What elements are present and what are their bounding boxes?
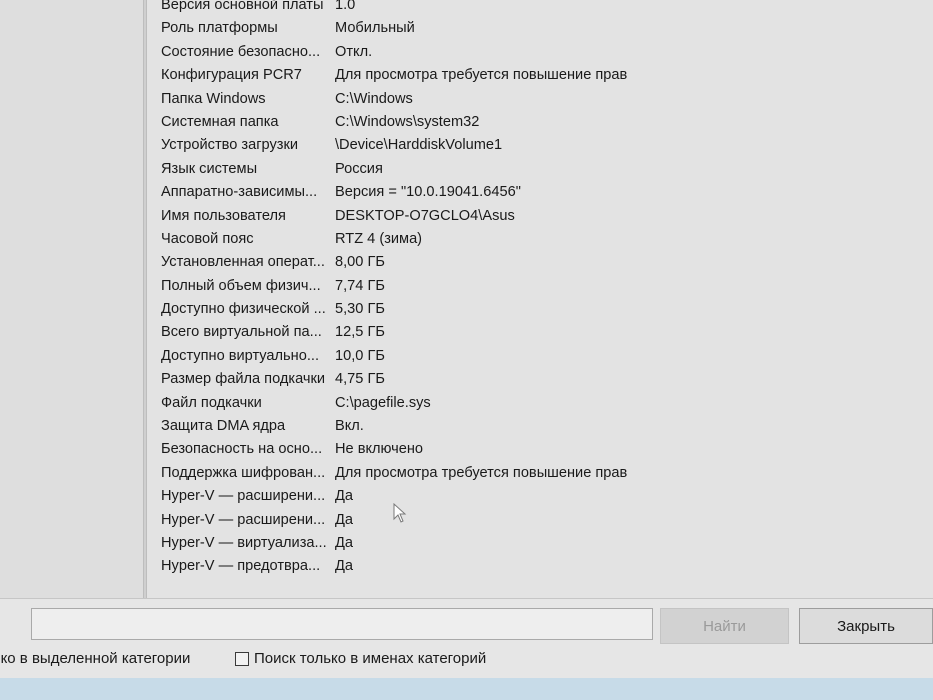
item-value: Откл.: [335, 43, 373, 60]
table-row[interactable]: Язык системы Россия: [147, 158, 933, 181]
table-rows: Версия основной платы 1.0 Роль платформы Мо…: [147, 0, 933, 579]
table-row[interactable]: Всего виртуальной па... 12,5 ГБ: [147, 321, 933, 344]
table-row[interactable]: Устройство загрузки \Device\HarddiskVolum…: [147, 134, 933, 157]
item-name: Доступно виртуально...: [161, 347, 319, 364]
item-name: Полный объем физич...: [161, 277, 321, 294]
item-value: Мобильный: [335, 20, 415, 37]
table-row[interactable]: Системная папка C:\Windows\system32: [147, 111, 933, 134]
table-row[interactable]: Часовой пояс RTZ 4 (зима): [147, 228, 933, 251]
item-value: Для просмотра требуется повышение прав: [335, 67, 628, 84]
item-name: Установленная операт...: [161, 254, 325, 271]
table-row[interactable]: Hyper-V — виртуализа... Да: [147, 532, 933, 555]
item-name: Конфигурация PCR7: [161, 67, 302, 84]
table-row[interactable]: Установленная операт... 8,00 ГБ: [147, 251, 933, 274]
item-name: Поддержка шифрован...: [161, 464, 326, 481]
item-name: Язык системы: [161, 160, 258, 177]
item-value: 1.0: [335, 0, 356, 13]
item-value: \Device\HarddiskVolume1: [335, 137, 503, 154]
mouse-pointer-icon: [393, 503, 407, 523]
option-search-category-names[interactable]: Поиск только в именах категорий: [235, 650, 486, 667]
item-value: Версия = "10.0.19041.6456": [335, 184, 521, 201]
item-value: Не включено: [335, 441, 424, 458]
item-value: DESKTOP-O7GCLO4\Asus: [335, 207, 515, 224]
table-row[interactable]: Доступно физической ... 5,30 ГБ: [147, 298, 933, 321]
table-row[interactable]: Версия основной платы 1.0: [147, 0, 933, 17]
table-row[interactable]: Полный объем физич... 7,74 ГБ: [147, 275, 933, 298]
option-search-selected-category-label: лько в выделенной категории: [0, 650, 191, 667]
item-value: Да: [335, 534, 353, 551]
item-name: Роль платформы: [161, 20, 278, 37]
item-name: Файл подкачки: [161, 394, 262, 411]
item-name: Hyper-V — расширени...: [161, 488, 326, 505]
item-name: Версия основной платы: [161, 0, 324, 13]
checkbox-category-names[interactable]: [235, 651, 249, 666]
table-row[interactable]: Hyper-V — предотвра... Да: [147, 555, 933, 578]
table-row[interactable]: Файл подкачки C:\pagefile.sys: [147, 392, 933, 415]
item-value: Вкл.: [335, 418, 364, 435]
item-name: Имя пользователя: [161, 207, 286, 224]
item-value: C:\pagefile.sys: [335, 394, 431, 411]
table-row[interactable]: Аппаратно-зависимы... Версия = "10.0.1904…: [147, 181, 933, 204]
item-name: Устройство загрузки: [161, 137, 299, 154]
item-value: Да: [335, 558, 353, 575]
item-name: Аппаратно-зависимы...: [161, 184, 318, 201]
item-value: Для просмотра требуется повышение прав: [335, 464, 628, 481]
item-value: Да: [335, 488, 353, 505]
item-value: C:\Windows: [335, 90, 413, 107]
item-value: RTZ 4 (зима): [335, 230, 423, 247]
table-row[interactable]: Размер файла подкачки 4,75 ГБ: [147, 368, 933, 391]
item-name: Системная папка: [161, 113, 279, 130]
table-row[interactable]: Роль платформы Мобильный: [147, 17, 933, 40]
category-tree-pane[interactable]: [0, 0, 143, 598]
item-name: Размер файла подкачки: [161, 371, 326, 388]
item-value: Россия: [335, 160, 383, 177]
item-name: Защита DMA ядра: [161, 418, 286, 435]
table-row[interactable]: Доступно виртуально... 10,0 ГБ: [147, 345, 933, 368]
item-value: 4,75 ГБ: [335, 371, 385, 388]
item-name: Состояние безопасно...: [161, 43, 321, 60]
taskbar: [0, 678, 933, 700]
table-row[interactable]: Имя пользователя DESKTOP-O7GCLO4\Asus: [147, 205, 933, 228]
table-row[interactable]: Состояние безопасно... Откл.: [147, 41, 933, 64]
item-value: Да: [335, 511, 353, 528]
item-name: Безопасность на осно...: [161, 441, 323, 458]
option-search-category-names-label: Поиск только в именах категорий: [254, 650, 487, 667]
item-name: Hyper-V — предотвра...: [161, 558, 321, 575]
item-name: Часовой пояс: [161, 230, 254, 247]
item-name: Папка Windows: [161, 90, 266, 107]
table-row[interactable]: Hyper-V — расширени... Да: [147, 485, 933, 508]
item-value: 12,5 ГБ: [335, 324, 385, 341]
item-name: Всего виртуальной па...: [161, 324, 322, 341]
item-value: 7,74 ГБ: [335, 277, 385, 294]
item-name: Доступно физической ...: [161, 301, 326, 318]
item-name: Hyper-V — виртуализа...: [161, 534, 327, 551]
table-row[interactable]: Hyper-V — расширени... Да: [147, 509, 933, 532]
item-name: Hyper-V — расширени...: [161, 511, 326, 528]
table-row[interactable]: Конфигурация PCR7 Для просмотра требуется…: [147, 64, 933, 87]
item-value: 10,0 ГБ: [335, 347, 385, 364]
item-value: 5,30 ГБ: [335, 301, 385, 318]
table-row[interactable]: Папка Windows C:\Windows: [147, 88, 933, 111]
item-value: C:\Windows\system32: [335, 113, 480, 130]
table-row[interactable]: Защита DMA ядра Вкл.: [147, 415, 933, 438]
option-search-selected-category[interactable]: лько в выделенной категории: [0, 650, 190, 667]
item-value: 8,00 ГБ: [335, 254, 385, 271]
table-row[interactable]: Безопасность на осно... Не включено: [147, 438, 933, 461]
find-button[interactable]: Найти: [660, 608, 789, 644]
close-button[interactable]: Закрыть: [799, 608, 933, 644]
system-info-table: Версия основной платы 1.0 Роль платформы Мо…: [147, 0, 933, 598]
search-input[interactable]: [31, 608, 653, 640]
table-row[interactable]: Поддержка шифрован... Для просмотра требу…: [147, 462, 933, 485]
